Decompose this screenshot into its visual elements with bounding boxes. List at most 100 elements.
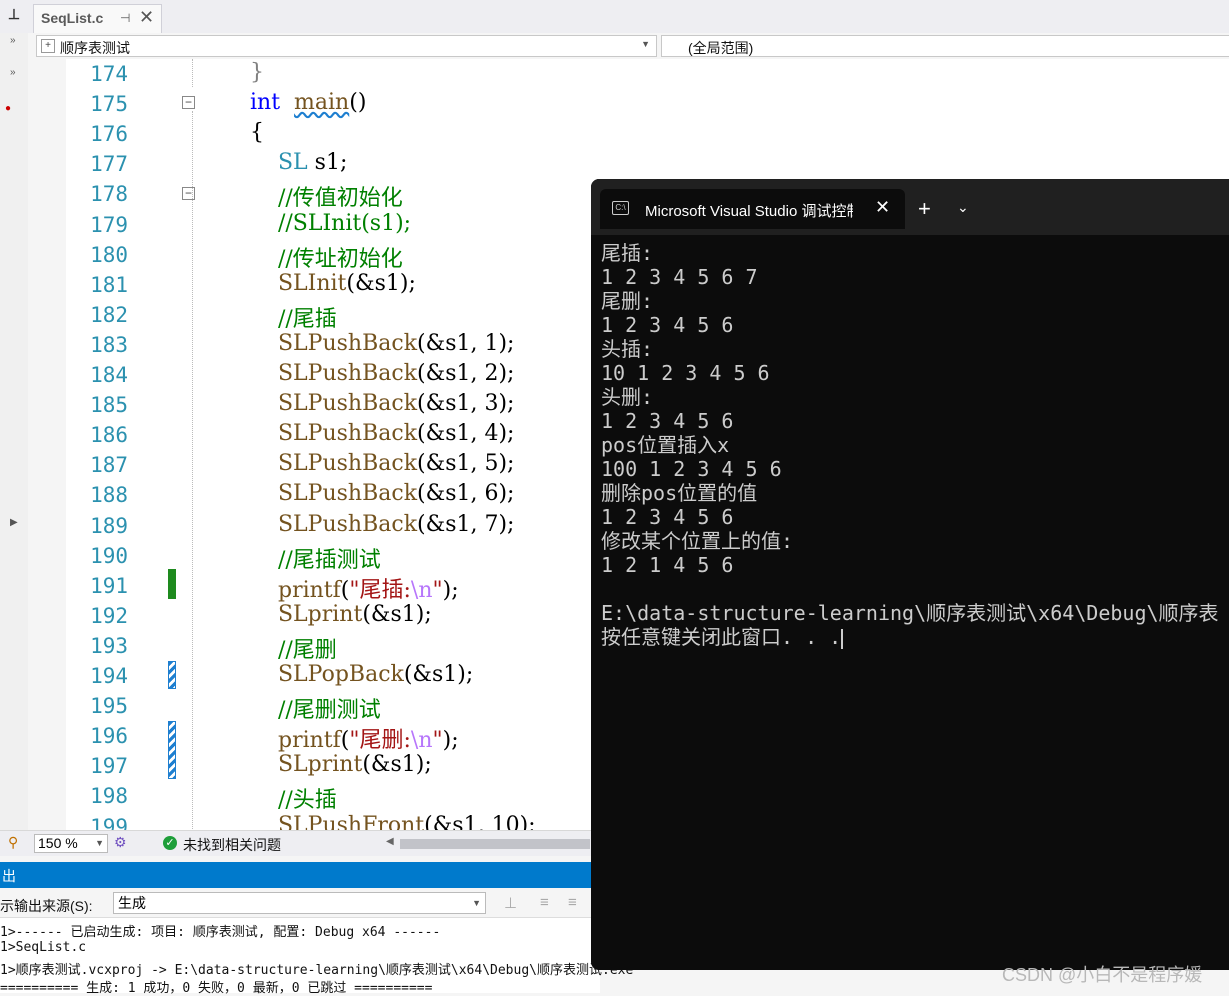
line-number: 176 — [90, 122, 128, 147]
collapse-icon[interactable]: − — [182, 96, 195, 109]
code-token: (&s1); — [346, 270, 416, 296]
line-number: 177 — [90, 152, 128, 177]
line-number: 180 — [90, 242, 128, 267]
left-tool-strip: » » ● ▶ — [0, 33, 29, 830]
code-text: } — [250, 60, 264, 85]
debug-console-window[interactable]: C:\ Microsoft Visual Studio 调试控制台 ✕ + ⌄ … — [591, 179, 1229, 970]
scroll-left-icon[interactable]: ◀ — [386, 836, 394, 847]
overflow-icon[interactable]: » — [10, 35, 16, 46]
code-token: (&s1, 7); — [417, 511, 515, 537]
terminal-line: 删除pos位置的值 — [601, 481, 758, 505]
terminal-line: 10 1 2 3 4 5 6 — [601, 361, 770, 385]
terminal-output[interactable]: 尾插: 1 2 3 4 5 6 7 尾删: 1 2 3 4 5 6 头插: 10… — [601, 241, 1229, 649]
code-text: SL s1; — [250, 150, 347, 175]
indent-guide — [192, 59, 193, 87]
terminal-line: 1 2 3 4 5 6 — [601, 313, 734, 337]
zoom-dropdown[interactable]: 150 % ▼ — [34, 834, 108, 853]
close-icon[interactable]: ✕ — [875, 197, 890, 218]
code-token: SLPushBack — [277, 330, 418, 356]
line-number: 182 — [90, 302, 128, 327]
output-source-dropdown[interactable]: 生成 ▼ — [113, 892, 486, 914]
line-number: 186 — [90, 423, 128, 448]
terminal-line: 100 1 2 3 4 5 6 — [601, 457, 782, 481]
line-number: 196 — [90, 724, 128, 749]
code-text: printf("尾删:\n"); — [250, 722, 459, 754]
code-token: //尾删 — [277, 637, 337, 663]
code-token: (&s1, 3); — [417, 391, 515, 417]
new-tab-button[interactable]: + — [918, 196, 931, 222]
code-token: () — [349, 90, 367, 116]
terminal-line: 头插: — [601, 337, 654, 361]
line-number: 194 — [90, 664, 128, 688]
code-token: (&s1); — [362, 752, 432, 778]
terminal-line: pos位置插入x — [601, 433, 730, 457]
project-dropdown-value: 顺序表测试 — [60, 40, 130, 56]
next-message-icon[interactable]: ≡ — [568, 894, 577, 911]
collapse-icon[interactable]: − — [182, 187, 195, 200]
code-text: //SLInit(s1); — [250, 211, 411, 236]
terminal-tab[interactable]: C:\ Microsoft Visual Studio 调试控制台 ✕ — [600, 189, 905, 229]
terminal-line: 尾插: — [601, 241, 654, 265]
code-text: SLPushBack(&s1, 3); — [250, 391, 514, 416]
zoom-value: 150 % — [38, 835, 78, 851]
error-icon[interactable]: ● — [5, 103, 11, 114]
code-token: SLPopBack — [277, 662, 404, 687]
chevron-down-icon: ▼ — [641, 39, 650, 49]
output-line: 1>顺序表测试.vcxproj -> E:\data-structure-lea… — [0, 963, 634, 978]
pin-icon[interactable]: ⊥ — [4, 6, 24, 26]
terminal-line: 头删: — [601, 385, 654, 409]
code-token: //传址初始化 — [277, 246, 403, 272]
code-line: 177 SL s1; — [28, 149, 1229, 179]
expand-icon[interactable]: ▶ — [10, 517, 18, 528]
code-text: //传址初始化 — [250, 241, 403, 273]
line-number: 178 — [90, 182, 128, 207]
code-token: SLPushBack — [277, 361, 418, 386]
project-dropdown[interactable]: + 顺序表测试 ▼ — [36, 35, 657, 57]
unsaved-change-marker — [168, 661, 176, 689]
terminal-tab-bar: C:\ Microsoft Visual Studio 调试控制台 ✕ + ⌄ — [591, 179, 1229, 235]
pin-tab-icon[interactable]: ⊣ — [120, 11, 130, 25]
chevron-down-icon[interactable]: ⌄ — [957, 199, 969, 216]
scope-dropdown[interactable]: (全局范围) ▼ — [661, 35, 1229, 57]
find-icon[interactable]: ⊥ — [504, 894, 517, 912]
code-token: \n — [410, 728, 433, 754]
terminal-line: 1 2 3 4 5 6 — [601, 505, 734, 529]
code-text: //头插 — [250, 782, 337, 814]
code-token: SLPushFront — [277, 812, 425, 831]
code-token: //传值初始化 — [277, 186, 403, 212]
code-token: //SLInit(s1); — [277, 210, 412, 236]
overflow-icon[interactable]: » — [10, 67, 16, 78]
output-panel-header: 出 — [0, 862, 600, 888]
code-token: ); — [442, 728, 459, 754]
output-text[interactable]: 1>------ 已启动生成: 项目: 顺序表测试, 配置: Debug x64… — [0, 918, 633, 996]
issues-status[interactable]: 未找到相关问题 — [183, 835, 281, 855]
tab-seqlist[interactable]: SeqList.c ⊣ ✕ — [33, 4, 162, 33]
intellicode-icon[interactable]: ⚙ — [114, 834, 127, 851]
code-token: SLprint — [277, 752, 363, 778]
output-line: 1>------ 已启动生成: 项目: 顺序表测试, 配置: Debug x64… — [0, 925, 441, 940]
terminal-line: 1 2 1 4 5 6 — [601, 553, 734, 577]
code-token: (&s1, 4); — [417, 421, 515, 447]
chevron-down-icon: ▼ — [472, 898, 481, 908]
line-number: 192 — [90, 603, 128, 628]
output-source-value: 生成 — [118, 895, 146, 911]
prev-message-icon[interactable]: ≡ — [540, 894, 549, 911]
line-number: 195 — [90, 694, 128, 719]
close-icon[interactable]: ✕ — [139, 7, 154, 28]
code-token: } — [250, 60, 264, 85]
horizontal-scrollbar[interactable] — [400, 839, 590, 849]
line-number: 174 — [90, 62, 128, 86]
code-text: SLPushBack(&s1, 6); — [250, 481, 514, 506]
document-tab-bar: ⊥ SeqList.c ⊣ ✕ — [0, 0, 1229, 33]
code-token: SLPushBack — [277, 391, 418, 417]
git-icon[interactable]: ⚲ — [8, 834, 18, 851]
